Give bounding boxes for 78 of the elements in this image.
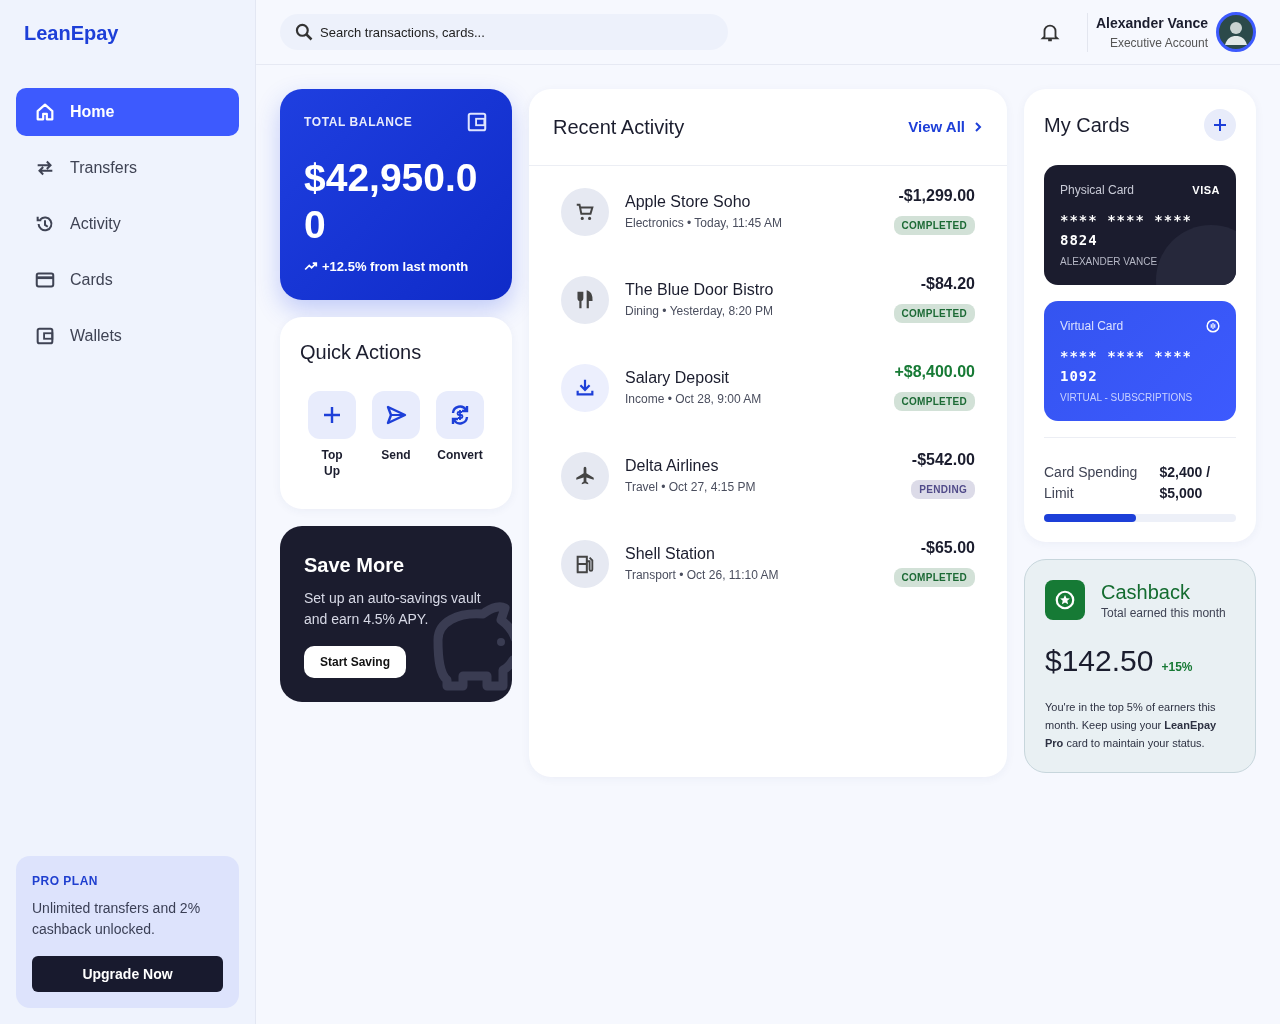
sidebar-item[interactable]: Transfers	[16, 144, 239, 192]
spending-value: $2,400 / $5,000	[1159, 463, 1212, 504]
cashback-title: Cashback	[1101, 580, 1191, 605]
card-number: **** **** **** 1092	[1060, 347, 1193, 386]
sidebar-item[interactable]: Home	[16, 88, 239, 136]
card-brand: VISA	[1192, 182, 1220, 198]
start-saving-button[interactable]: Start Saving	[304, 646, 407, 679]
spending-label: Card Spending Limit	[1044, 463, 1139, 504]
quick-action-button[interactable]	[372, 391, 420, 440]
contactless-icon	[1206, 319, 1220, 334]
section-title: My Cards	[1044, 113, 1130, 138]
action-label: Send	[381, 447, 411, 464]
transaction-meta: Income • Oct 28, 9:00 AM	[625, 391, 763, 408]
transaction-meta: Electronics • Today, 11:45 AM	[625, 215, 783, 232]
transaction-meta: Dining • Yesterday, 8:20 PM	[625, 303, 775, 320]
action-label: Convert	[437, 447, 483, 464]
transaction-name: Shell Station	[625, 544, 716, 564]
cart-icon	[574, 201, 596, 223]
card-label: Virtual Card	[1060, 318, 1124, 336]
avatar	[1216, 12, 1256, 52]
home-icon	[34, 101, 56, 123]
plan-title: PRO PLAN	[32, 873, 99, 890]
transaction-meta: Travel • Oct 27, 4:15 PM	[625, 479, 757, 496]
balance-label: TOTAL BALANCE	[304, 114, 413, 131]
transaction-amount: +$8,400.00	[894, 362, 975, 382]
airplane-icon	[574, 465, 596, 487]
view-all-link[interactable]: View All	[908, 115, 983, 139]
card-holder: VIRTUAL - SUBSCRIPTIONS	[1060, 391, 1194, 406]
card-holder: ALEXANDER VANCE	[1060, 255, 1159, 270]
user-role: Executive Account	[1108, 34, 1208, 52]
transaction-name: The Blue Door Bistro	[625, 280, 775, 300]
chevron-right-icon	[973, 121, 983, 133]
transaction-amount: -$65.00	[920, 538, 975, 558]
cashback-amount: $142.50	[1045, 643, 1154, 680]
card-label: Physical Card	[1060, 182, 1135, 199]
status-badge: COMPLETED	[893, 216, 975, 235]
cashback-change: +15%	[1161, 659, 1193, 677]
action-label: Top Up	[320, 447, 344, 480]
status-badge: COMPLETED	[893, 392, 975, 411]
section-title: Quick Actions	[300, 340, 423, 366]
download-icon	[574, 377, 596, 399]
plan-text: Unlimited transfers and 2% cashback unlocked.	[32, 899, 202, 939]
star-badge-icon	[1054, 589, 1076, 612]
plus-icon	[1212, 117, 1228, 133]
section-title: Recent Activity	[553, 115, 685, 140]
quick-action-button[interactable]	[308, 391, 356, 440]
status-badge: PENDING	[911, 480, 975, 499]
transaction-name: Delta Airlines	[625, 456, 720, 476]
wallet-icon	[466, 111, 488, 133]
wallet-icon	[34, 325, 56, 347]
add-card-button[interactable]	[1204, 109, 1236, 141]
status-badge: COMPLETED	[893, 568, 975, 587]
transaction-amount: -$542.00	[911, 450, 975, 470]
sidebar-item[interactable]: Activity	[16, 200, 239, 248]
user-name: Alexander Vance	[1095, 13, 1208, 33]
cashback-text: You're in the top 5% of earners this month. Keep using your LeanEpay Pro card to maintain your status.	[1045, 700, 1218, 751]
fork-knife-icon	[574, 289, 596, 311]
promo-title: Save More	[304, 553, 406, 579]
status-badge: COMPLETED	[893, 304, 975, 323]
upgrade-button[interactable]: Upgrade Now	[32, 956, 223, 992]
balance-change: +12.5% from last month	[322, 257, 469, 276]
transaction-meta: Transport • Oct 26, 11:10 AM	[625, 567, 780, 584]
fuel-pump-icon	[574, 553, 596, 575]
card-number: **** **** **** 8824	[1060, 211, 1193, 250]
transaction-name: Apple Store Soho	[625, 192, 752, 212]
quick-action-button[interactable]	[436, 391, 484, 440]
cashback-subtitle: Total earned this month	[1101, 605, 1226, 623]
transaction-amount: -$84.20	[920, 274, 975, 294]
search-field[interactable]: Search transactions, cards...	[280, 14, 728, 50]
sidebar-item[interactable]: Wallets	[16, 312, 239, 360]
transaction-amount: -$1,299.00	[898, 186, 975, 206]
brand-logo[interactable]: LeanEpay	[16, 0, 239, 88]
payment-card[interactable]: Virtual Card **** **** **** 1092 VIRTUAL - SUBSCRIPTIONS	[1044, 301, 1236, 422]
balance-amount: $42,950.00	[304, 155, 479, 248]
promo-text: Set up an auto-savings vault and earn 4.5% APY.	[304, 589, 482, 630]
transaction-name: Salary Deposit	[625, 368, 731, 388]
sidebar-item[interactable]: Cards	[16, 256, 239, 304]
payment-card[interactable]: Physical Card VISA **** **** **** 8824 ALEXANDER VANCE	[1044, 165, 1236, 286]
